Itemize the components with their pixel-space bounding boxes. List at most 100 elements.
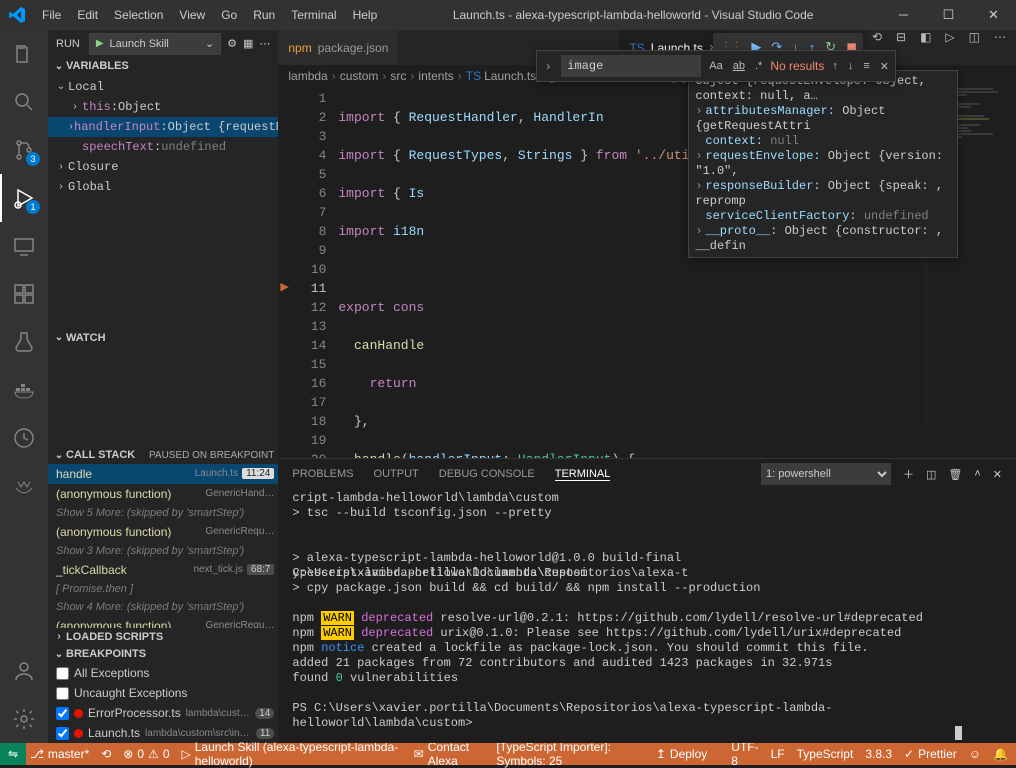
bp-checkbox[interactable] — [56, 687, 69, 700]
problems-status[interactable]: ⊗0⚠0 — [123, 747, 169, 761]
explorer-icon[interactable] — [0, 30, 48, 78]
panel-tab-output[interactable]: OUTPUT — [374, 468, 419, 480]
prettier-status[interactable]: ✓Prettier — [904, 747, 957, 761]
stack-skipped[interactable]: Show 4 More: (skipped by 'smartStep') — [48, 598, 278, 616]
regex-icon[interactable]: .* — [753, 58, 764, 74]
menu-run[interactable]: Run — [245, 8, 283, 22]
panel-tab-terminal[interactable]: TERMINAL — [555, 468, 611, 481]
debug-console-icon[interactable]: ▦ — [243, 37, 253, 50]
eol-status[interactable]: LF — [771, 747, 785, 761]
match-case-icon[interactable]: Aa — [707, 58, 724, 74]
bp-checkbox[interactable] — [56, 727, 69, 740]
test-icon[interactable] — [0, 318, 48, 366]
terminal[interactable]: cript-lambda-helloworld\lambda\custom > … — [278, 489, 1016, 743]
close-window-button[interactable]: ✕ — [971, 7, 1016, 23]
launch-config-select[interactable]: ▶ Launch Skill ⌄ — [89, 33, 221, 55]
branch-status[interactable]: ⎇master* — [30, 747, 89, 761]
panel-tab-problems[interactable]: PROBLEMS — [292, 468, 353, 480]
tab-package-json[interactable]: npmpackage.json — [278, 30, 399, 65]
breakpoint-item[interactable]: ErrorProcessor.tslambda\custom\src\…14 — [48, 703, 278, 723]
match-word-icon[interactable]: ab — [731, 58, 747, 74]
prev-match-icon[interactable]: ↑ — [830, 58, 840, 74]
gear-icon[interactable]: ⚙ — [227, 37, 237, 50]
docker-icon[interactable] — [0, 366, 48, 414]
run-icon[interactable]: ▷ — [945, 30, 954, 65]
var-handler-input[interactable]: ›handlerInput: Object {requestEnvel… — [48, 117, 278, 137]
sync-status[interactable]: ⟲ — [101, 747, 111, 761]
variables-section[interactable]: ⌄VARIABLES — [48, 58, 278, 75]
maximize-button[interactable]: ☐ — [926, 7, 971, 23]
var-scope-local[interactable]: ⌄Local — [48, 77, 278, 97]
breakpoint-all-exceptions[interactable]: All Exceptions — [48, 663, 278, 683]
more-actions-icon[interactable]: ⋯ — [994, 30, 1006, 65]
remote-indicator[interactable]: ⇋ — [0, 743, 26, 765]
aws-icon[interactable] — [0, 462, 48, 510]
menu-terminal[interactable]: Terminal — [283, 8, 344, 22]
find-in-selection-icon[interactable]: ≡ — [861, 58, 871, 74]
remote-icon[interactable] — [0, 222, 48, 270]
stack-frame[interactable]: (anonymous function)GenericRequ… — [48, 616, 278, 628]
stack-frame[interactable]: (anonymous function)GenericRequ… — [48, 522, 278, 542]
find-input[interactable] — [561, 55, 701, 77]
account-icon[interactable] — [0, 647, 48, 695]
notifications-icon[interactable]: 🔔 — [993, 747, 1008, 761]
feedback-icon[interactable]: ☺ — [969, 747, 981, 761]
maximize-panel-icon[interactable]: ˄ — [974, 468, 980, 480]
terminal-selector[interactable]: 1: powershell — [761, 463, 891, 485]
callstack-section[interactable]: ⌄CALL STACKPAUSED ON BREAKPOINT — [48, 446, 278, 463]
split-icon[interactable]: ◫ — [969, 30, 980, 65]
close-find-icon[interactable]: ✕ — [878, 58, 891, 75]
deploy-status[interactable]: ↥Deploy — [656, 747, 707, 761]
var-scope-global[interactable]: ›Global — [48, 177, 278, 197]
contact-alexa[interactable]: ✉Contact Alexa — [414, 740, 485, 768]
more-icon[interactable]: ⋯ — [259, 37, 270, 50]
menu-edit[interactable]: Edit — [69, 8, 106, 22]
menu-file[interactable]: File — [34, 8, 69, 22]
extensions-icon[interactable] — [0, 270, 48, 318]
settings-gear-icon[interactable] — [0, 695, 48, 743]
menu-help[interactable]: Help — [345, 8, 386, 22]
debug-sidebar: RUN ▶ Launch Skill ⌄ ⚙ ▦ ⋯ ⌄VARIABLES ⌄L… — [48, 30, 278, 743]
timeline-icon[interactable] — [0, 414, 48, 462]
loaded-scripts-section[interactable]: ›LOADED SCRIPTS — [48, 628, 278, 645]
toggle-icon[interactable]: ⊟ — [896, 30, 906, 65]
menu-view[interactable]: View — [171, 8, 213, 22]
breakpoints-section[interactable]: ⌄BREAKPOINTS — [48, 646, 278, 663]
search-icon[interactable] — [0, 78, 48, 126]
scm-icon[interactable]: 3 — [0, 126, 48, 174]
toggle-replace-icon[interactable]: › — [541, 59, 555, 73]
preview-icon[interactable]: ◧ — [920, 30, 931, 65]
menu-selection[interactable]: Selection — [106, 8, 171, 22]
ts-importer-status[interactable]: [TypeScript Importer]: Symbols: 25 — [496, 740, 644, 768]
ts-version-status[interactable]: 3.8.3 — [865, 747, 892, 761]
next-match-icon[interactable]: ↓ — [846, 58, 856, 74]
stack-frame[interactable]: handleLaunch.ts11:24 — [48, 464, 278, 484]
find-widget[interactable]: › Aa ab .* No results ↑ ↓ ≡ ✕ — [536, 50, 896, 82]
stack-skipped[interactable]: Show 3 More: (skipped by 'smartStep') — [48, 542, 278, 560]
start-debug-icon[interactable]: ▶ — [96, 38, 104, 49]
stack-skipped[interactable]: Show 5 More: (skipped by 'smartStep') — [48, 504, 278, 522]
new-terminal-icon[interactable]: ＋ — [903, 466, 914, 482]
menu-go[interactable]: Go — [213, 8, 245, 22]
encoding-status[interactable]: UTF-8 — [731, 740, 758, 768]
language-status[interactable]: TypeScript — [797, 747, 854, 761]
var-this[interactable]: ›this: Object — [48, 97, 278, 117]
split-terminal-icon[interactable]: ◫ — [926, 468, 936, 481]
minimize-button[interactable]: ─ — [881, 7, 926, 23]
kill-terminal-icon[interactable]: 🗑 — [948, 468, 962, 481]
bp-checkbox[interactable] — [56, 707, 69, 720]
breakpoint-uncaught[interactable]: Uncaught Exceptions — [48, 683, 278, 703]
bp-checkbox[interactable] — [56, 667, 69, 680]
stack-frame[interactable]: _tickCallbacknext_tick.js68:7 — [48, 560, 278, 580]
var-speech-text[interactable]: speechText: undefined — [48, 137, 278, 157]
scm-badge: 3 — [26, 152, 40, 166]
debug-hover[interactable]: Object {requestEnvelope: Object, context… — [688, 70, 958, 258]
watch-section[interactable]: ⌄WATCH — [48, 329, 278, 346]
run-debug-icon[interactable]: 1 — [0, 174, 48, 222]
close-panel-icon[interactable]: ✕ — [993, 468, 1002, 481]
run-label: RUN — [56, 38, 83, 50]
panel-tab-debug[interactable]: DEBUG CONSOLE — [439, 468, 535, 480]
var-scope-closure[interactable]: ›Closure — [48, 157, 278, 177]
stack-frame[interactable]: (anonymous function)GenericHand… — [48, 484, 278, 504]
debug-status[interactable]: ▷Launch Skill (alexa-typescript-lambda-h… — [182, 740, 402, 768]
